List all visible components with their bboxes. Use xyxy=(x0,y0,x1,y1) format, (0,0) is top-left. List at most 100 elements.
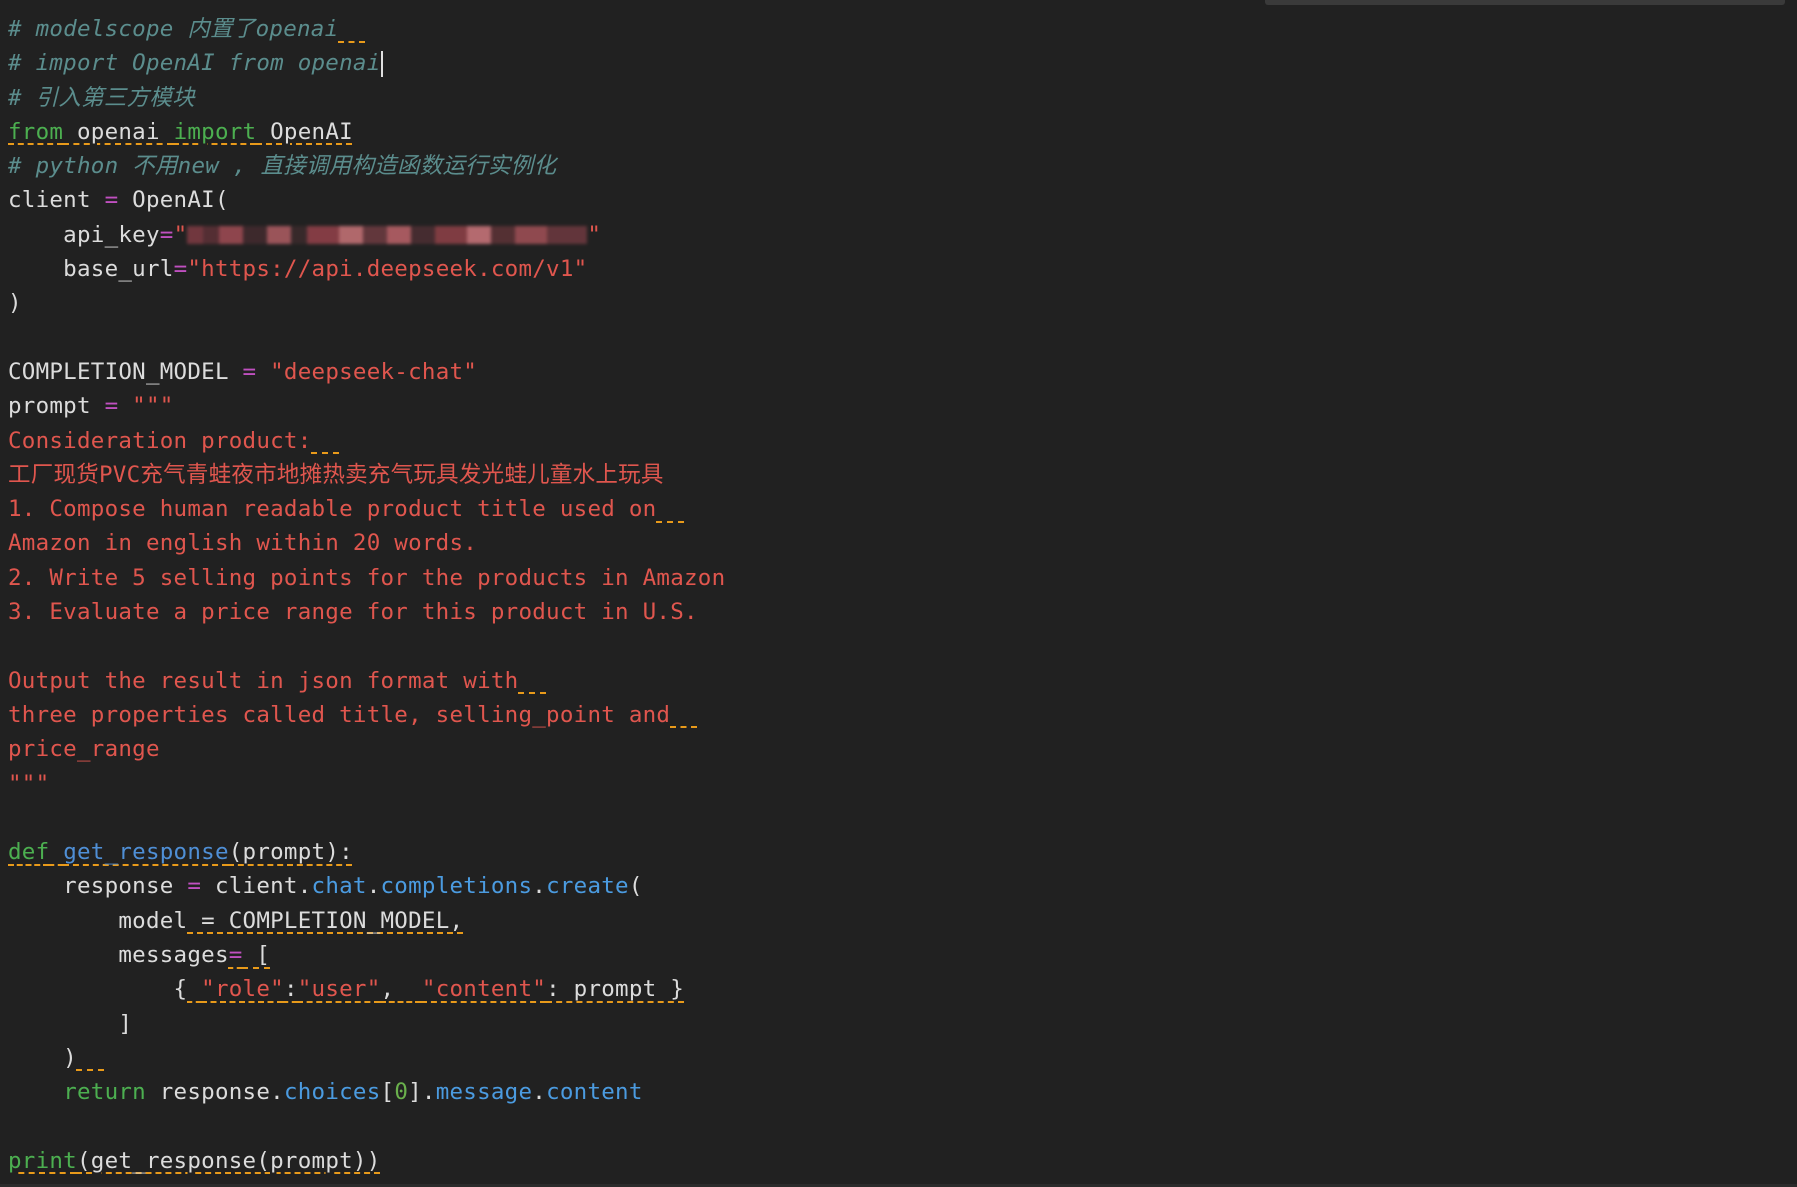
code-line[interactable]: 工厂现货PVC充气青蛙夜市地摊热卖充气玩具发光蛙儿童水上玩具 xyxy=(8,458,725,492)
code-token: ( xyxy=(628,873,643,900)
code-token: [ xyxy=(242,942,271,969)
code-line[interactable] xyxy=(8,321,725,355)
code-token: # python 不用new , 直接调用构造函数运行实例化 xyxy=(8,153,557,180)
code-token: completions xyxy=(380,873,533,900)
code-line[interactable]: 2. Write 5 selling points for the produc… xyxy=(8,561,725,595)
code-token: , xyxy=(380,976,422,1003)
code-token: # import OpenAI from openai xyxy=(8,50,381,77)
code-token: . xyxy=(532,873,547,900)
code-token: three properties called title, selling_p… xyxy=(8,701,671,728)
code-line[interactable]: ] xyxy=(8,1007,725,1041)
code-line[interactable]: Consideration product: xyxy=(8,424,725,458)
code-token: = xyxy=(242,358,257,385)
code-line[interactable]: print(get_response(prompt)) xyxy=(8,1144,725,1178)
code-token: Output the result in json format with xyxy=(8,667,519,694)
code-token: ]. xyxy=(408,1079,436,1106)
code-token: api_key xyxy=(8,221,160,248)
code-token: print xyxy=(8,1147,77,1174)
code-token: prompt xyxy=(8,393,105,420)
code-line[interactable]: { "role":"user", "content": prompt } xyxy=(8,972,725,1006)
code-line[interactable]: def get_response(prompt): xyxy=(8,835,725,869)
code-line[interactable]: COMPLETION_MODEL = "deepseek-chat" xyxy=(8,355,725,389)
code-line[interactable]: """ xyxy=(8,767,725,801)
code-token: import xyxy=(173,118,257,145)
code-line[interactable]: # import OpenAI from openai xyxy=(8,46,725,80)
code-line[interactable]: ) xyxy=(8,1041,725,1075)
code-token: OpenAI( xyxy=(118,187,229,214)
code-token: = xyxy=(104,393,119,420)
code-token: " xyxy=(587,221,602,248)
code-token: "deepseek-chat" xyxy=(270,358,478,385)
code-token: response xyxy=(8,873,188,900)
code-line[interactable]: Output the result in json format with xyxy=(8,664,725,698)
horizontal-scrollbar[interactable] xyxy=(1265,0,1785,5)
code-line[interactable]: # modelscope 内置了openai xyxy=(8,12,725,46)
code-line[interactable] xyxy=(8,629,725,663)
code-line[interactable] xyxy=(8,1110,725,1144)
code-line[interactable]: response = client.chat.completions.creat… xyxy=(8,869,725,903)
code-token: . xyxy=(366,873,381,900)
code-line[interactable]: model = COMPLETION_MODEL, xyxy=(8,904,725,938)
code-area[interactable]: # modelscope 内置了openai # import OpenAI f… xyxy=(8,12,725,1178)
code-line[interactable]: return response.choices[0].message.conte… xyxy=(8,1075,725,1109)
code-token: """ xyxy=(8,770,50,797)
code-token: # modelscope 内置了openai xyxy=(8,16,339,42)
code-token: 0 xyxy=(394,1079,409,1106)
code-line[interactable]: 3. Evaluate a price range for this produ… xyxy=(8,595,725,629)
code-token: { xyxy=(8,976,188,1003)
code-line[interactable]: client = OpenAI( xyxy=(8,183,725,217)
code-token: return xyxy=(63,1079,146,1106)
code-token: ] xyxy=(8,1010,133,1037)
code-token: Amazon in english within 20 words. xyxy=(8,530,478,557)
code-token: "role" xyxy=(201,976,284,1003)
code-token: content xyxy=(546,1079,643,1106)
code-token: . xyxy=(532,1079,547,1106)
code-line[interactable]: prompt = """ xyxy=(8,389,725,423)
code-token: """ xyxy=(132,393,174,420)
redacted-api-key xyxy=(187,226,588,245)
code-token: client xyxy=(8,187,105,214)
code-token: = xyxy=(228,942,243,969)
code-token: 2. Write 5 selling points for the produc… xyxy=(8,564,726,591)
code-line[interactable]: api_key=" " xyxy=(8,218,725,252)
code-line[interactable]: price_range xyxy=(8,732,725,766)
code-token: = xyxy=(187,873,202,900)
code-line[interactable]: 1. Compose human readable product title … xyxy=(8,492,725,526)
code-line[interactable]: ) xyxy=(8,286,725,320)
code-line[interactable]: messages= [ xyxy=(8,938,725,972)
code-token: (get_response(prompt)) xyxy=(76,1147,381,1174)
code-token: chat xyxy=(311,873,367,900)
code-line[interactable]: # 引入第三方模块 xyxy=(8,81,725,115)
code-token: "https://api.deepseek.com/v1" xyxy=(187,256,588,283)
code-token: messages xyxy=(8,942,229,969)
code-token: = xyxy=(173,256,188,283)
code-line[interactable]: # python 不用new , 直接调用构造函数运行实例化 xyxy=(8,149,725,183)
code-line[interactable]: three properties called title, selling_p… xyxy=(8,698,725,732)
code-line[interactable]: from openai import OpenAI xyxy=(8,115,725,149)
code-token: " xyxy=(173,221,188,248)
code-token: "content" xyxy=(421,976,547,1003)
code-editor[interactable]: # modelscope 内置了openai # import OpenAI f… xyxy=(0,0,1797,1187)
code-token: = xyxy=(104,187,119,214)
code-token: openai xyxy=(63,118,174,145)
code-token: base_url xyxy=(8,256,174,283)
code-token: "user" xyxy=(297,976,381,1003)
code-token: [ xyxy=(380,1079,395,1106)
code-line[interactable]: Amazon in english within 20 words. xyxy=(8,526,725,560)
code-line[interactable] xyxy=(8,801,725,835)
code-token: OpenAI xyxy=(256,118,353,145)
code-token: get_response xyxy=(63,839,229,866)
code-line[interactable]: base_url="https://api.deepseek.com/v1" xyxy=(8,252,725,286)
code-token: = COMPLETION_MODEL, xyxy=(187,907,464,934)
code-token: def xyxy=(8,839,50,866)
code-token: = xyxy=(159,221,174,248)
